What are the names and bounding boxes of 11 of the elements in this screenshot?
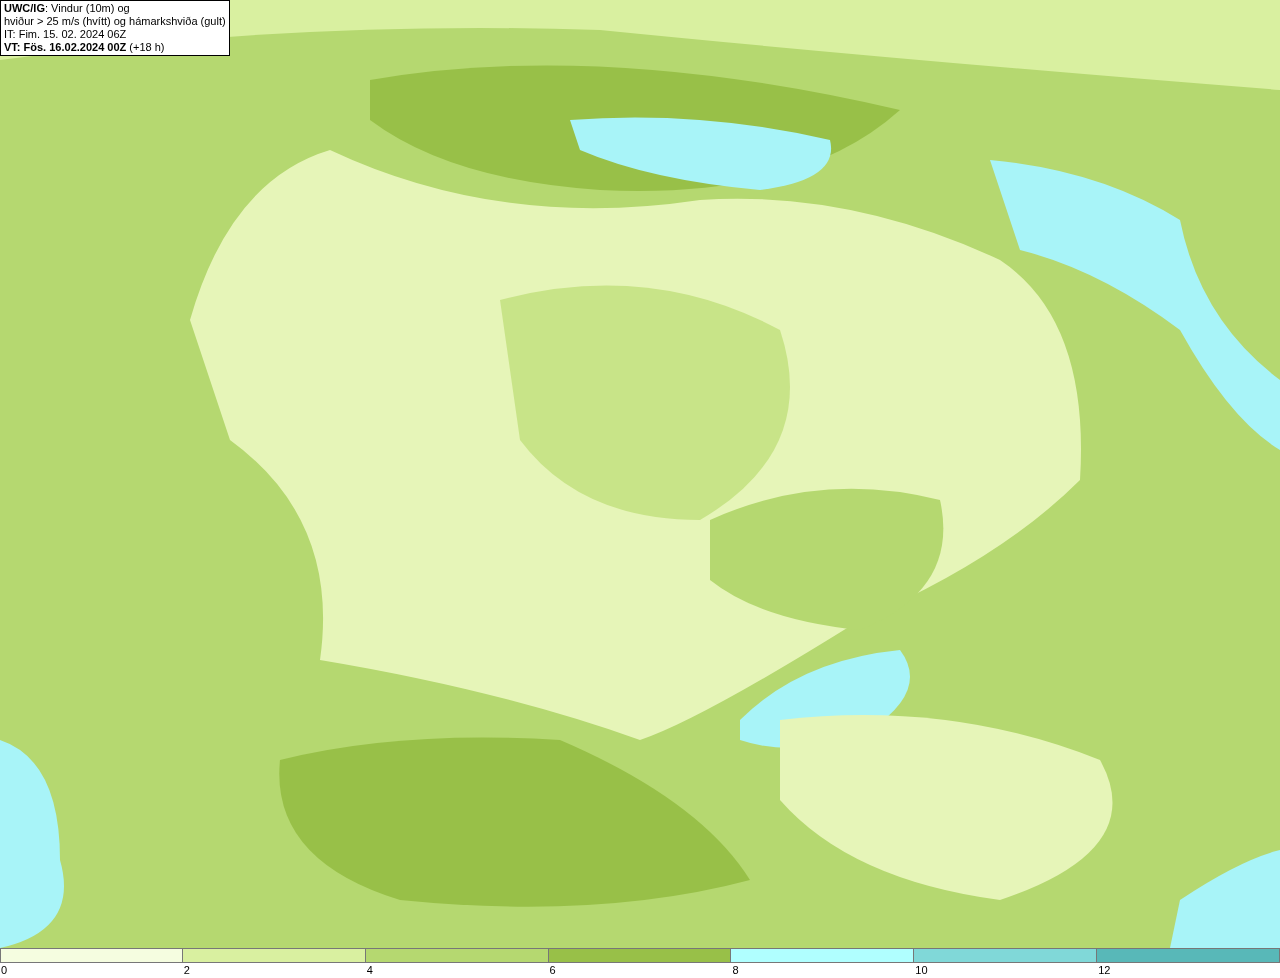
caption-line: hviður > 25 m/s (hvítt) og hámarkshviða (gult) [4, 15, 226, 28]
legend-tick-label: 8 [731, 963, 739, 977]
legend-tick-label: 2 [182, 963, 190, 977]
legend-tick-label: 4 [365, 963, 373, 977]
legend-tick-label: 12 [1097, 963, 1111, 977]
legend-tick-label: 6 [548, 963, 556, 977]
legend-tick-label: 0 [0, 963, 8, 977]
caption-line: UWC/IG: Vindur (10m) og [4, 2, 131, 15]
legend-tick-label: 10 [914, 963, 928, 977]
caption-line: IT: Fim. 15. 02. 2024 06Z [4, 28, 128, 41]
caption-line: VT: Fös. 16.02.2024 00Z (+18 h) [4, 41, 166, 54]
